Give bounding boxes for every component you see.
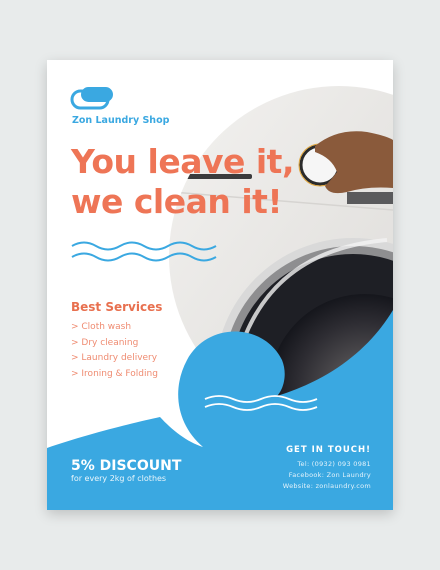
contact-tel: Tel: (0932) 093 0981: [297, 460, 371, 468]
service-item: > Cloth wash: [71, 322, 132, 332]
flyer-graphics: [47, 86, 393, 510]
shop-name: Zon Laundry Shop: [72, 115, 170, 126]
discount-subtitle: for every 2kg of clothes: [71, 474, 167, 483]
headline-line-1: You leave it,: [71, 142, 295, 181]
contact-website: Website: zonlaundry.com: [282, 482, 371, 490]
service-item: > Laundry delivery: [71, 353, 158, 363]
laundry-flyer: Zon Laundry Shop You leave it, we clean …: [47, 60, 393, 510]
contact-title: GET IN TOUCH!: [286, 445, 371, 455]
contact-facebook: Facebook: Zon Laundry: [288, 471, 371, 479]
headline-line-2: we clean it!: [71, 182, 283, 221]
service-item: > Ironing & Folding: [71, 368, 158, 379]
headline: You leave it, we clean it!: [71, 142, 295, 222]
services-title: Best Services: [71, 300, 163, 314]
discount-title: 5% DISCOUNT: [71, 458, 182, 474]
services-list: > Cloth wash > Dry cleaning > Laundry de…: [71, 320, 158, 382]
contact-info: Tel: (0932) 093 0981 Facebook: Zon Laund…: [283, 459, 371, 492]
service-item: > Dry cleaning: [71, 337, 139, 348]
logo-icon: [70, 87, 113, 110]
